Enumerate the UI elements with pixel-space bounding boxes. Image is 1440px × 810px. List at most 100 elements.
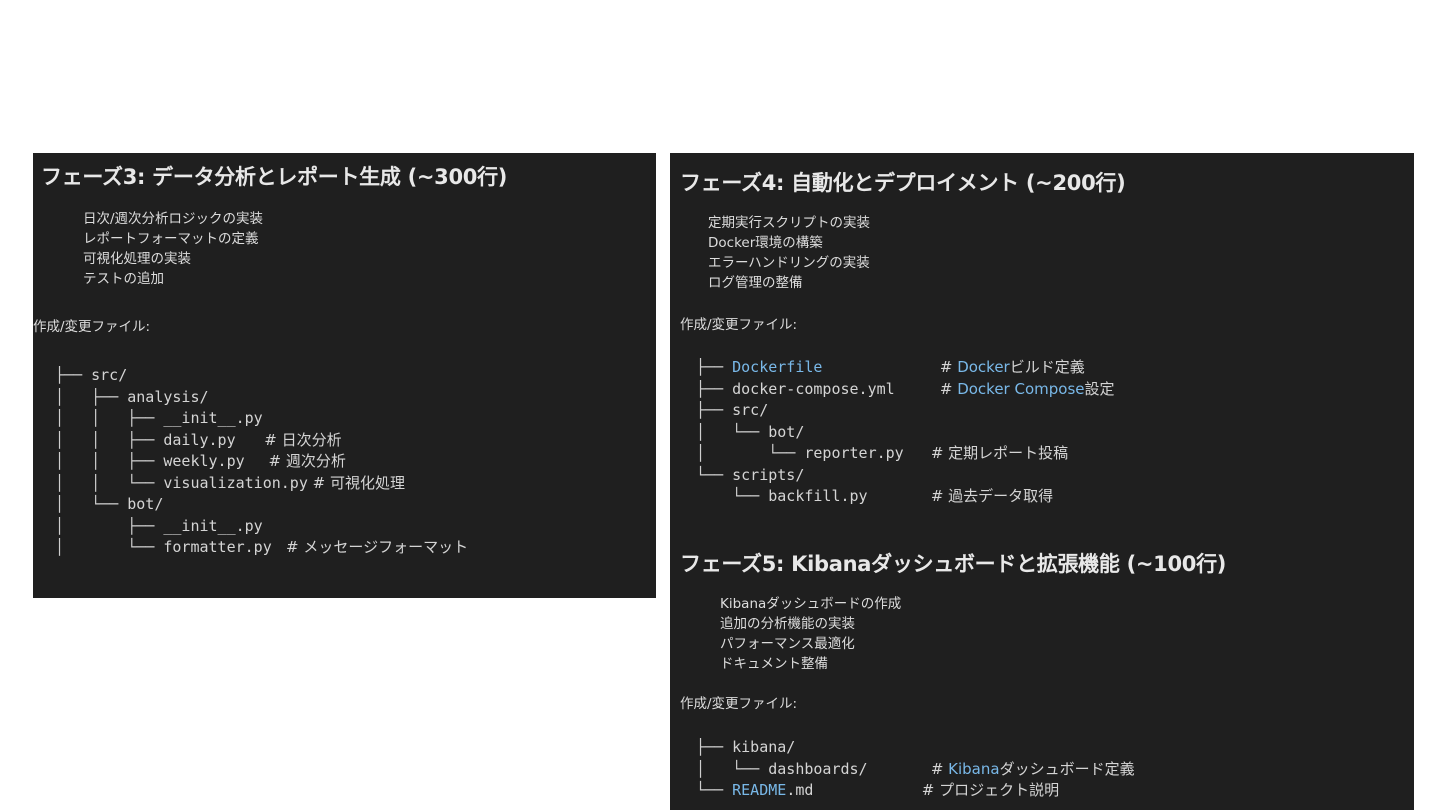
tree-row: ├── src/ — [696, 400, 1115, 422]
phase3-panel: フェーズ3: データ分析とレポート生成 (~300行) 日次/週次分析ロジックの… — [33, 153, 656, 598]
tree-branch: ├── — [696, 379, 733, 398]
tree-row: │ │ ├── weekly.py # 週次分析 — [55, 451, 468, 473]
tree-comment: # メッセージフォーマット — [271, 538, 469, 556]
tree-branch: ├── — [696, 738, 733, 756]
tree-item-ext: .md — [786, 781, 814, 799]
tree-row: │ │ └── visualization.py # 可視化処理 — [55, 473, 468, 495]
tree-item-name: src/ — [91, 366, 128, 384]
tree-row: └── README.md # プロジェクト説明 — [696, 780, 1135, 802]
tree-row: └── scripts/ — [696, 465, 1115, 487]
tree-branch: │ └── — [55, 538, 164, 556]
tree-branch: │ └── — [55, 495, 128, 513]
tree-item-name: weekly.py — [163, 452, 245, 470]
tree-item-name: Dockerfile — [732, 358, 823, 376]
tree-comment: # — [939, 358, 958, 376]
tree-row: │ ├── __init__.py — [55, 516, 468, 538]
tree-row: └── backfill.py # 過去データ取得 — [696, 486, 1115, 508]
list-item: Docker環境の構築 — [708, 235, 823, 251]
tree-branch: │ │ ├── — [55, 409, 164, 427]
tree-comment-keyword: Kibana — [948, 759, 1000, 778]
tree-branch: │ └── — [696, 444, 805, 462]
phase3-title: フェーズ3: データ分析とレポート生成 (~300行) — [41, 165, 508, 189]
tree-branch: └── — [696, 465, 733, 484]
list-item: エラーハンドリングの実装 — [708, 255, 870, 271]
tree-item-name: kibana/ — [732, 738, 796, 756]
tree-item-name: src/ — [732, 401, 769, 419]
list-item: 日次/週次分析ロジックの実装 — [83, 211, 264, 227]
tree-comment: # 可視化処理 — [307, 473, 405, 492]
tree-branch: │ └── — [696, 422, 769, 441]
list-item: テストの追加 — [83, 271, 164, 287]
tree-item-name: formatter.py — [163, 538, 272, 556]
tree-item-name: reporter.py — [804, 444, 904, 462]
tree-item-name: dashboards/ — [768, 759, 868, 778]
phase4-files-label: 作成/変更ファイル: — [680, 317, 798, 333]
phase3-files-label: 作成/変更ファイル: — [33, 319, 151, 335]
tree-item-name: scripts/ — [732, 465, 805, 484]
tree-item-name: bot/ — [768, 422, 805, 441]
tree-item-name: daily.py — [163, 430, 236, 449]
tree-comment: # 週次分析 — [244, 452, 346, 470]
list-item: ドキュメント整備 — [720, 656, 828, 672]
tree-branch: ├── — [696, 358, 733, 376]
tree-row: ├── Dockerfile # Dockerビルド定義 — [696, 357, 1115, 379]
tree-comment: ビルド定義 — [1009, 358, 1085, 376]
tree-branch: │ └── — [696, 759, 769, 778]
tree-comment: # — [930, 759, 949, 778]
phase5-title: フェーズ5: Kibanaダッシュボードと拡張機能 (~100行) — [680, 552, 1227, 576]
tree-comment: ダッシュボード定義 — [999, 759, 1135, 778]
tree-item-name: visualization.py — [163, 473, 308, 492]
tree-item-name: __init__.py — [163, 516, 263, 535]
tree-comment: # 日次分析 — [235, 430, 342, 449]
tree-comment: # 定期レポート投稿 — [930, 444, 1069, 462]
tree-row: │ │ ├── __init__.py — [55, 408, 468, 430]
tree-row: ├── docker-compose.yml # Docker Compose設… — [696, 379, 1115, 401]
tree-comment: # 過去データ取得 — [930, 487, 1054, 505]
list-item: パフォーマンス最適化 — [720, 636, 855, 652]
tree-branch: │ │ ├── — [55, 452, 164, 470]
tree-branch: │ │ └── — [55, 473, 164, 492]
tree-row: │ ├── analysis/ — [55, 387, 468, 409]
tree-comment: # プロジェクト説明 — [921, 781, 1060, 799]
tree-item-name: README — [732, 781, 787, 799]
tree-row: │ └── formatter.py # メッセージフォーマット — [55, 537, 468, 559]
tree-item-name: bot/ — [127, 495, 164, 513]
phase4-file-tree: ├── Dockerfile # Dockerビルド定義 ├── docker-c… — [696, 357, 1115, 508]
phase3-file-tree: ├── src/│ ├── analysis/│ │ ├── __init__.… — [55, 365, 468, 559]
phase5-task-list: Kibanaダッシュボードの作成 追加の分析機能の実装 パフォーマンス最適化 ド… — [720, 594, 901, 674]
phase3-task-list: 日次/週次分析ロジックの実装 レポートフォーマットの定義 可視化処理の実装 テス… — [83, 209, 263, 289]
tree-branch: └── — [696, 781, 733, 799]
list-item: 定期実行スクリプトの実装 — [708, 215, 870, 231]
list-item: 可視化処理の実装 — [83, 251, 191, 267]
tree-item-name: analysis/ — [127, 387, 209, 406]
list-item: Kibanaダッシュボードの作成 — [720, 596, 902, 612]
tree-comment: # — [939, 379, 958, 398]
phase4-title: フェーズ4: 自動化とデプロイメント (~200行) — [680, 171, 1126, 195]
tree-branch: ├── — [55, 366, 92, 384]
list-item: レポートフォーマットの定義 — [83, 231, 259, 247]
tree-comment-keyword: Docker Compose — [957, 379, 1085, 398]
tree-row: │ └── dashboards/ # Kibanaダッシュボード定義 — [696, 759, 1135, 781]
tree-row: ├── src/ — [55, 365, 468, 387]
tree-branch: │ ├── — [55, 516, 164, 535]
phase4-5-panel: フェーズ4: 自動化とデプロイメント (~200行) 定期実行スクリプトの実装 … — [670, 153, 1414, 810]
tree-row: │ │ ├── daily.py # 日次分析 — [55, 430, 468, 452]
tree-row: │ └── bot/ — [55, 494, 468, 516]
phase5-files-label: 作成/変更ファイル: — [680, 696, 798, 712]
tree-item-name: docker-compose.yml — [732, 379, 895, 398]
phase5-file-tree: ├── kibana/ │ └── dashboards/ # Kibanaダッシ… — [696, 737, 1135, 802]
list-item: 追加の分析機能の実装 — [720, 616, 855, 632]
tree-comment: 設定 — [1084, 379, 1115, 398]
tree-branch: │ ├── — [55, 387, 128, 406]
tree-branch: │ │ ├── — [55, 430, 164, 449]
list-item: ログ管理の整備 — [708, 275, 803, 291]
phase4-task-list: 定期実行スクリプトの実装 Docker環境の構築 エラーハンドリングの実装 ログ… — [708, 213, 870, 293]
tree-item-name: backfill.py — [768, 487, 868, 505]
tree-row: │ └── bot/ — [696, 422, 1115, 444]
